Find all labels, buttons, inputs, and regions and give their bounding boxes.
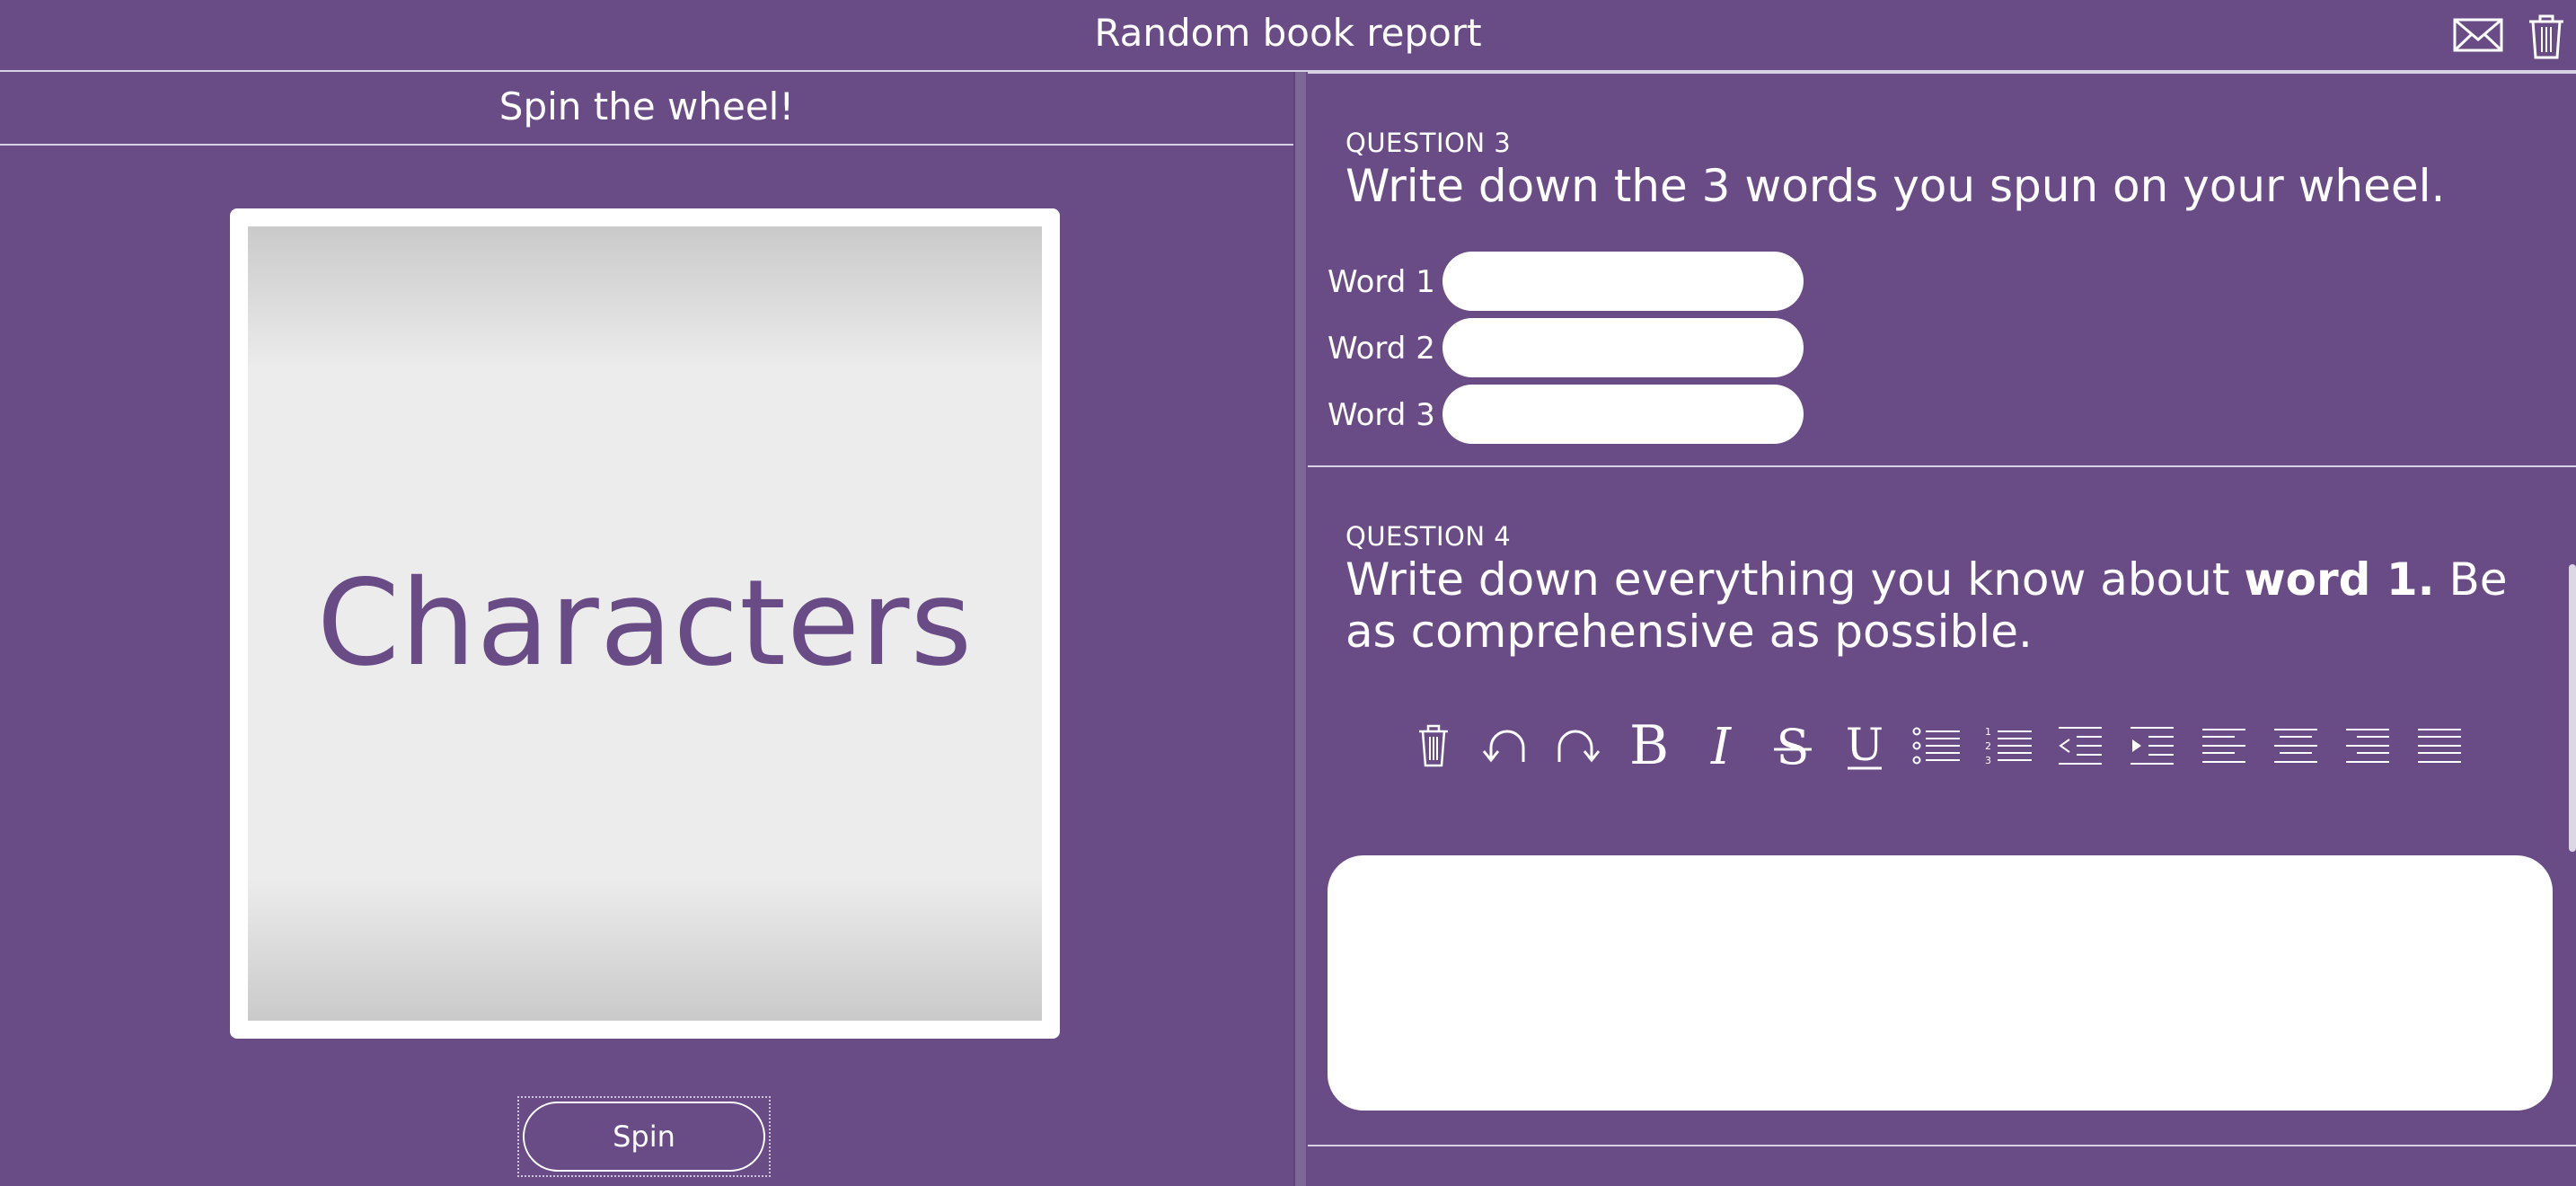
italic-icon[interactable]: I (1692, 717, 1750, 774)
divider-line (1308, 72, 2576, 74)
svg-text:2: 2 (1985, 740, 1991, 752)
wheel-panel: Spin the wheel! Characters Spin (0, 72, 1293, 1186)
trash-icon[interactable] (2524, 13, 2576, 59)
justify-icon[interactable] (2411, 717, 2468, 774)
clear-trash-icon[interactable] (1405, 717, 1462, 774)
svg-text:1: 1 (1985, 726, 1991, 738)
question-4-prompt: Write down everything you know about wor… (1345, 553, 2549, 658)
svg-text:U: U (1846, 719, 1883, 771)
strikethrough-icon[interactable]: S (1764, 717, 1822, 774)
align-center-icon[interactable] (2267, 717, 2325, 774)
app-title: Random book report (1094, 11, 1482, 55)
redo-icon[interactable] (1548, 717, 1606, 774)
question-4-prompt-start: Write down everything you know about (1345, 553, 2245, 606)
bold-icon[interactable]: B (1620, 717, 1678, 774)
question-3-label: QUESTION 3 (1345, 128, 1512, 158)
question-4-prompt-bold: word 1. (2244, 553, 2435, 606)
format-toolbar: B I S U 1 2 3 (1405, 717, 2461, 774)
align-right-icon[interactable] (2339, 717, 2396, 774)
wheel: Characters (230, 208, 1060, 1039)
align-left-icon[interactable] (2195, 717, 2253, 774)
question-4: QUESTION 4 Write down everything you kno… (1345, 521, 2549, 658)
wheel-panel-title: Spin the wheel! (498, 84, 795, 128)
svg-text:3: 3 (1985, 755, 1991, 766)
top-bar: Random book report (0, 0, 2576, 72)
word-2-label: Word 2 (1328, 331, 1435, 367)
word-3-label: Word 3 (1328, 397, 1435, 433)
word-1-label: Word 1 (1328, 264, 1435, 300)
svg-text:B: B (1629, 719, 1669, 773)
wheel-result: Characters (316, 554, 974, 693)
answer-editor[interactable] (1328, 855, 2553, 1111)
numbered-list-icon[interactable]: 1 2 3 (1980, 717, 2037, 774)
question-4-label: QUESTION 4 (1345, 521, 1512, 552)
word-1-input[interactable] (1442, 252, 1804, 311)
bullet-list-icon[interactable] (1908, 717, 1965, 774)
question-3: QUESTION 3 Write down the 3 words you sp… (1345, 128, 2549, 212)
scrollbar-thumb[interactable] (2569, 564, 2576, 852)
question-3-prompt: Write down the 3 words you spun on your … (1345, 160, 2446, 212)
svg-text:S: S (1777, 719, 1810, 773)
section-divider (1308, 465, 2576, 467)
indent-icon[interactable] (2123, 717, 2181, 774)
envelope-icon[interactable] (2452, 13, 2504, 58)
undo-icon[interactable] (1477, 717, 1534, 774)
word-3-input[interactable] (1442, 385, 1804, 444)
underline-icon[interactable]: U (1836, 717, 1893, 774)
questions-panel: QUESTION 3 Write down the 3 words you sp… (1308, 72, 2576, 1186)
wheel-face: Characters (248, 226, 1042, 1021)
word-2-input[interactable] (1442, 318, 1804, 377)
bottom-divider (1308, 1145, 2576, 1146)
wheel-panel-header: Spin the wheel! (0, 72, 1293, 146)
spin-focus-ring: Spin (517, 1096, 771, 1177)
panel-divider[interactable] (1293, 72, 1306, 1186)
outdent-icon[interactable] (2051, 717, 2109, 774)
spin-button[interactable]: Spin (523, 1102, 765, 1172)
svg-text:I: I (1710, 719, 1733, 773)
